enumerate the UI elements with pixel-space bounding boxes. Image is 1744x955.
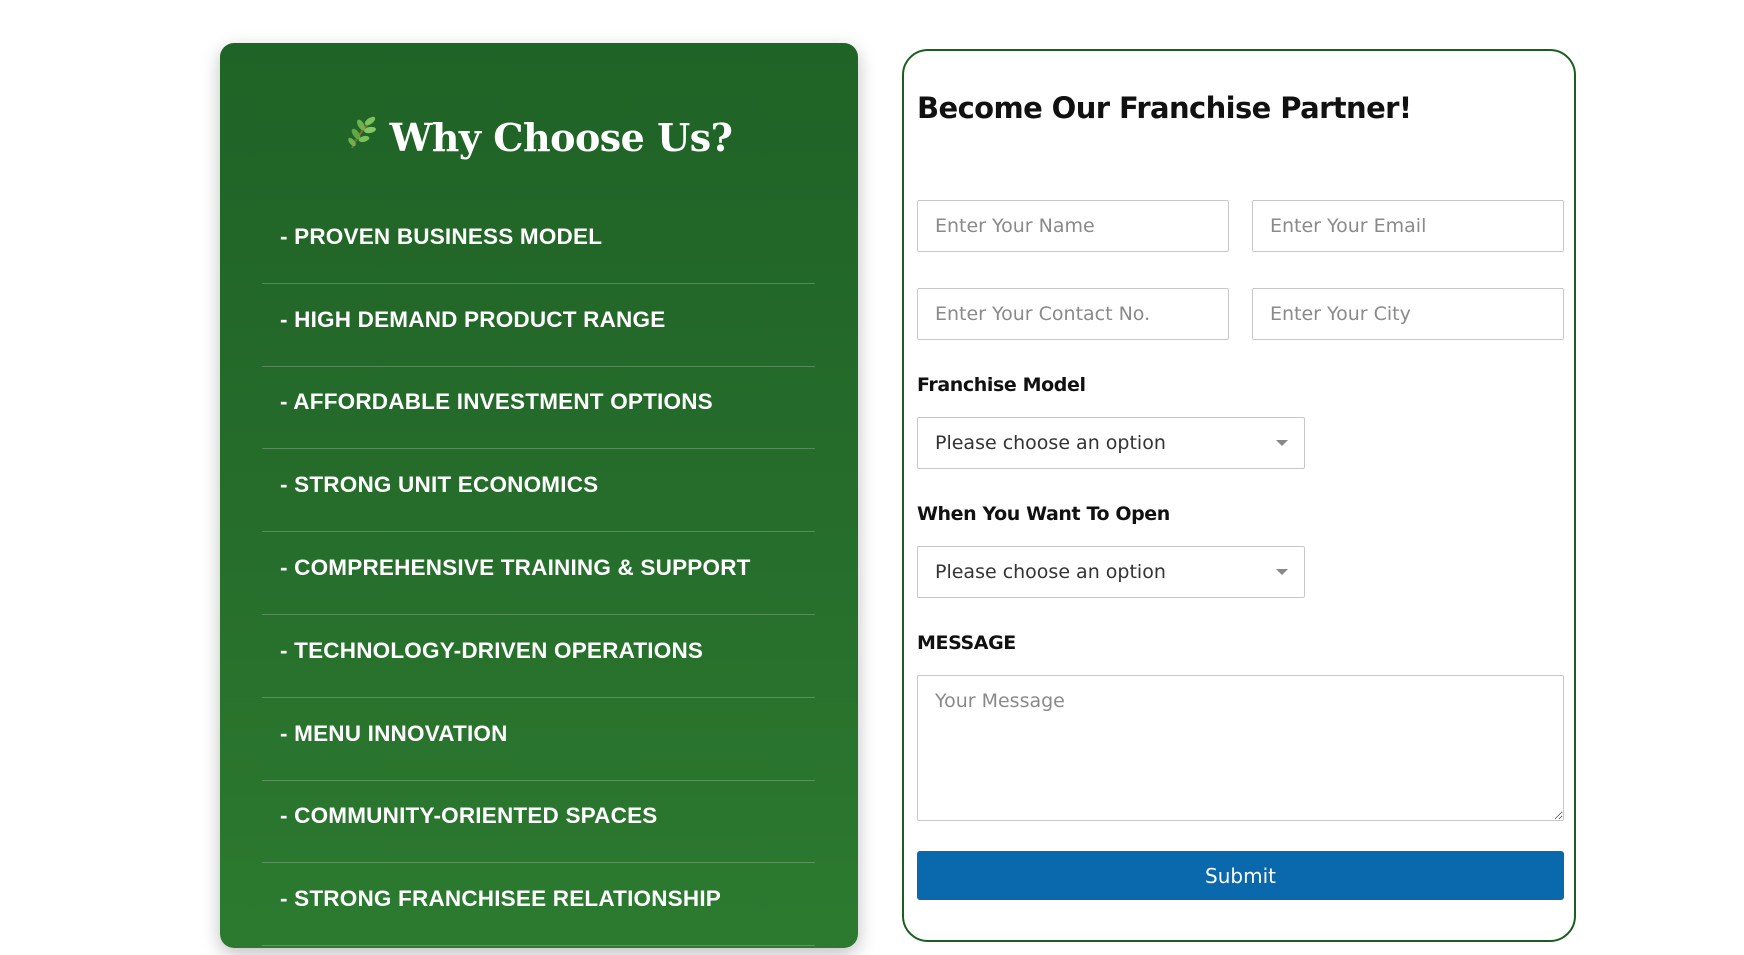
why-choose-us-panel: Why Choose Us? - PROVEN BUSINESS MODEL -… [220, 43, 858, 948]
why-item-menu-innovation: - MENU INNOVATION [262, 698, 815, 781]
chevron-down-icon [1276, 569, 1288, 575]
why-item-proven-business-model: - PROVEN BUSINESS MODEL [262, 201, 815, 284]
email-input[interactable] [1252, 200, 1564, 252]
message-textarea[interactable] [917, 675, 1564, 821]
open-when-label: When You Want To Open [917, 503, 1170, 525]
franchise-model-select[interactable]: Please choose an option [917, 417, 1305, 469]
franchise-model-selected-value: Please choose an option [935, 432, 1166, 454]
why-choose-us-title-text: Why Choose Us? [389, 114, 733, 160]
submit-button[interactable]: Submit [917, 851, 1564, 900]
franchise-partner-form: Become Our Franchise Partner! Franchise … [902, 49, 1576, 942]
franchise-model-label: Franchise Model [917, 374, 1086, 396]
leaf-sprig-icon [346, 115, 380, 161]
chevron-down-icon [1276, 440, 1288, 446]
message-label: MESSAGE [917, 632, 1016, 654]
why-item-community-oriented-spaces: - COMMUNITY-ORIENTED SPACES [262, 781, 815, 864]
why-choose-us-heading: Why Choose Us? [220, 115, 858, 161]
why-item-strong-unit-economics: - STRONG UNIT ECONOMICS [262, 449, 815, 533]
why-item-technology-driven-operations: - TECHNOLOGY-DRIVEN OPERATIONS [262, 615, 815, 698]
form-title: Become Our Franchise Partner! [917, 91, 1412, 125]
why-choose-us-list: - PROVEN BUSINESS MODEL - HIGH DEMAND PR… [262, 201, 815, 947]
contact-number-input[interactable] [917, 288, 1229, 340]
open-when-select[interactable]: Please choose an option [917, 546, 1305, 598]
why-item-high-demand-product-range: - HIGH DEMAND PRODUCT RANGE [262, 284, 815, 367]
why-item-affordable-investment-options: - AFFORDABLE INVESTMENT OPTIONS [262, 367, 815, 450]
why-item-training-support: - COMPREHENSIVE TRAINING & SUPPORT [262, 532, 815, 615]
why-item-franchisee-relationship: - STRONG FRANCHISEE RELATIONSHIP [262, 863, 815, 947]
name-input[interactable] [917, 200, 1229, 252]
city-input[interactable] [1252, 288, 1564, 340]
open-when-selected-value: Please choose an option [935, 561, 1166, 583]
